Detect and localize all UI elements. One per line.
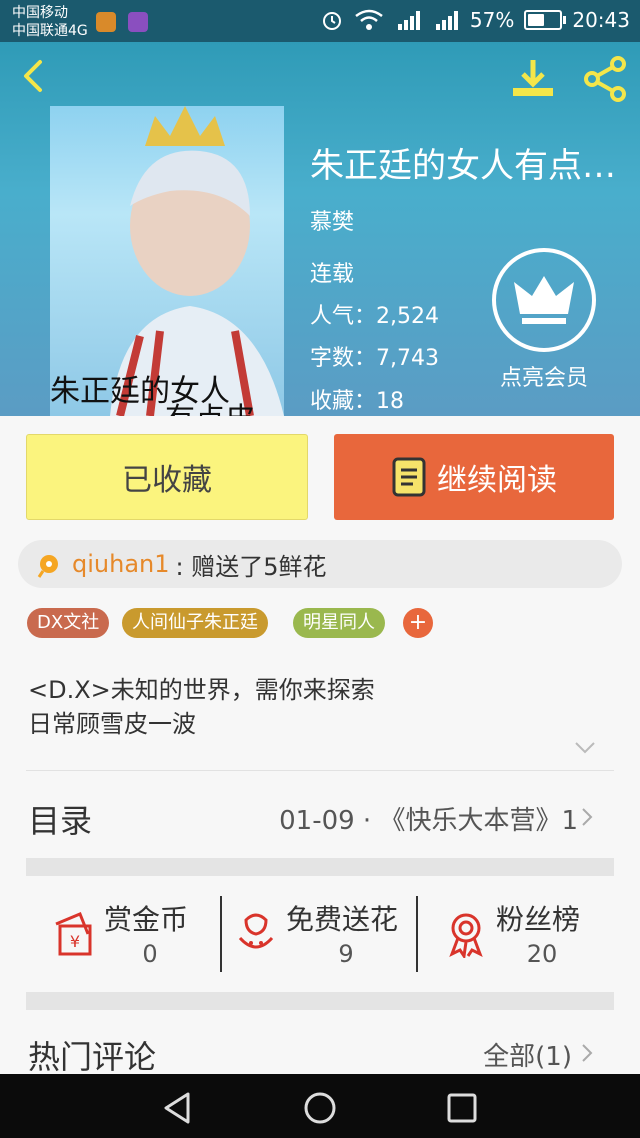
carrier-2: 中国联通4G bbox=[12, 23, 88, 39]
catalog-latest-chapter[interactable]: 01-09 · 《快乐大本营》1 bbox=[279, 800, 578, 837]
book-cover[interactable]: 朱正廷的女人 有点皮 bbox=[50, 106, 284, 416]
stat-value: 20 bbox=[526, 940, 558, 968]
wifi-icon bbox=[355, 9, 383, 30]
book-title: 朱正廷的女人有点… bbox=[310, 146, 616, 186]
book-author[interactable]: 慕樊 bbox=[310, 204, 354, 236]
words-label: 字数： bbox=[310, 346, 377, 371]
status-icons: 57% 20:43 bbox=[320, 8, 630, 32]
svg-text:¥: ¥ bbox=[70, 932, 80, 951]
words-value: 7,743 bbox=[376, 346, 439, 371]
nav-recents-icon[interactable] bbox=[442, 1088, 482, 1128]
signal-4g-icon bbox=[435, 11, 458, 30]
continue-reading-label: 继续阅读 bbox=[437, 463, 557, 498]
tag-2[interactable]: 明星同人 bbox=[293, 608, 385, 638]
comments-chevron-icon[interactable] bbox=[580, 1042, 594, 1064]
gift-message: : 赠送了5鲜花 bbox=[175, 552, 327, 581]
stat-separator bbox=[220, 896, 222, 972]
back-arrow-icon[interactable] bbox=[14, 56, 54, 96]
popularity-label: 人气： bbox=[310, 304, 377, 329]
crown-icon bbox=[514, 276, 574, 324]
description-line2: 日常顾雪皮一波 bbox=[28, 710, 196, 738]
tag-1[interactable]: 人间仙子朱正廷 bbox=[122, 608, 268, 638]
favorited-label: 已收藏 bbox=[122, 463, 212, 498]
battery-icon bbox=[524, 10, 567, 30]
carrier-info: 中国移动 中国联通4G bbox=[12, 4, 88, 40]
stat-label: 免费送花 bbox=[286, 903, 399, 936]
book-word-count: 字数：7,743 bbox=[310, 340, 439, 372]
battery-percent: 57% bbox=[469, 8, 515, 32]
stat-value: 0 bbox=[142, 940, 158, 968]
expand-chevron-icon[interactable] bbox=[574, 740, 596, 756]
favorites-label: 收藏： bbox=[310, 389, 377, 414]
vip-badge-button[interactable] bbox=[492, 248, 596, 352]
book-popularity: 人气：2,524 bbox=[310, 298, 439, 330]
all-comments-link[interactable]: 全部(1) bbox=[483, 1036, 572, 1073]
app-notification-icon bbox=[96, 12, 116, 32]
favorites-value: 18 bbox=[376, 389, 405, 414]
red-envelope-icon: ¥ bbox=[55, 912, 92, 956]
add-tag-button[interactable]: + bbox=[403, 608, 433, 638]
cover-title-line2: 有点皮 bbox=[165, 394, 255, 416]
catalog-title[interactable]: 目录 bbox=[28, 796, 92, 842]
description-line1: <D.X>未知的世界，需你来探索 bbox=[28, 676, 375, 704]
system-nav-bar bbox=[0, 1074, 640, 1138]
favorited-button[interactable]: 已收藏 bbox=[26, 434, 308, 520]
book-icon bbox=[392, 457, 426, 497]
medal-icon bbox=[449, 913, 483, 958]
hot-comments-title: 热门评论 bbox=[28, 1038, 157, 1076]
flower-pot-icon bbox=[238, 913, 274, 949]
stat-separator bbox=[416, 896, 418, 972]
stat-label: 赏金币 bbox=[104, 903, 189, 936]
book-favorites: 收藏：18 bbox=[310, 383, 404, 415]
flower-icon bbox=[37, 555, 58, 578]
share-icon[interactable] bbox=[580, 56, 630, 102]
gift-notice[interactable]: qiuhan1 : 赠送了5鲜花 bbox=[18, 540, 622, 588]
alarm-icon bbox=[322, 12, 341, 30]
section-separator bbox=[26, 858, 614, 876]
continue-reading-button[interactable]: 继续阅读 bbox=[334, 434, 614, 520]
catalog-chevron-icon[interactable] bbox=[580, 806, 594, 828]
clock: 20:43 bbox=[572, 8, 630, 32]
divider bbox=[26, 770, 614, 771]
stat-value: 9 bbox=[338, 940, 354, 968]
tag-0[interactable]: DX文社 bbox=[27, 608, 110, 638]
vip-label[interactable]: 点亮会员 bbox=[494, 360, 594, 392]
carrier-1: 中国移动 bbox=[12, 5, 68, 21]
section-separator bbox=[26, 992, 614, 1010]
download-icon[interactable] bbox=[508, 56, 558, 102]
gift-sender[interactable]: qiuhan1 bbox=[72, 550, 170, 578]
book-status: 连载 bbox=[310, 262, 355, 287]
nav-home-icon[interactable] bbox=[300, 1088, 340, 1128]
status-bar: 中国移动 中国联通4G 57% 20:43 bbox=[0, 0, 640, 42]
gallery-notification-icon bbox=[128, 12, 148, 32]
stat-label: 粉丝榜 bbox=[496, 903, 581, 936]
book-header: 朱正廷的女人 有点皮 朱正廷的女人有点… 慕樊 连载 人气：2,524 字数：7… bbox=[0, 42, 640, 416]
nav-back-icon[interactable] bbox=[158, 1088, 198, 1128]
signal-2g-icon bbox=[397, 11, 420, 30]
popularity-value: 2,524 bbox=[376, 304, 439, 329]
